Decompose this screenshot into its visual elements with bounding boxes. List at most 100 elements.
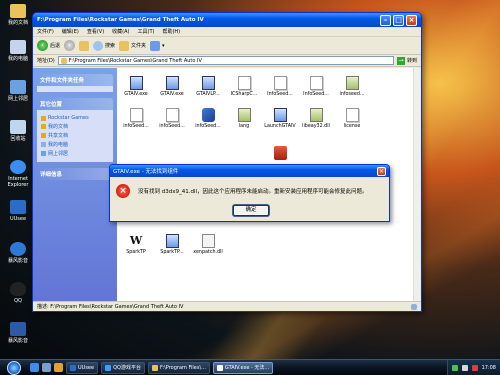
task-pane-section-title[interactable]: 文件和文件夹任务: [37, 74, 113, 86]
file-name: SparkTP...: [160, 250, 184, 255]
other-place-item[interactable]: 我的电脑: [41, 141, 109, 148]
system-tray: 17:08: [446, 359, 500, 375]
file-item[interactable]: LaunchGTAIV: [263, 108, 297, 130]
error-dialog: GTAIV.exe - 无法找到组件 × × 没有找到 d3dx9_41.dll…: [109, 164, 390, 222]
file-item[interactable]: W SparkTP: [119, 234, 153, 256]
taskbar-task-error-dialog[interactable]: GTAIV.exe - 无法...: [212, 361, 274, 374]
menu-tools[interactable]: 工具(T): [138, 28, 155, 35]
folder-icon: [41, 133, 46, 138]
file-item[interactable]: ICSharpC...: [227, 76, 261, 98]
search-icon: [93, 40, 104, 51]
computer-icon: [411, 303, 417, 310]
file-item[interactable]: GTAIV.exe: [155, 76, 189, 98]
desktop-icon-qq[interactable]: QQ: [4, 282, 32, 304]
taskbar-task-uusee[interactable]: UUsee: [66, 361, 99, 374]
other-place-item[interactable]: Rockstar Games: [41, 115, 109, 121]
search-label: 搜索: [105, 43, 116, 49]
file-name: xenpatch.dll: [193, 250, 223, 255]
task-label: GTAIV.exe - 无法...: [224, 365, 270, 371]
file-pic-icon: [237, 108, 251, 122]
file-item[interactable]: infoSeed...: [155, 108, 189, 130]
folder-icon: [41, 124, 46, 129]
file-doc-icon: [273, 76, 287, 90]
file-name: infoSeed...: [195, 124, 221, 129]
ok-button[interactable]: 确定: [233, 205, 269, 216]
menu-view[interactable]: 查看(V): [87, 28, 104, 35]
menu-help[interactable]: 帮助(H): [162, 28, 180, 35]
show-desktop-icon[interactable]: [42, 363, 51, 372]
computer-icon: [41, 142, 46, 147]
views-button[interactable]: ▾: [150, 40, 165, 51]
desktop-icon-media-player[interactable]: 暴风影音: [4, 242, 32, 264]
file-item[interactable]: license: [335, 108, 369, 130]
file-exe-icon: [165, 234, 179, 248]
file-item[interactable]: InfoSeed...: [299, 76, 333, 98]
error-icon: ×: [116, 184, 130, 198]
vertical-scrollbar[interactable]: [413, 68, 421, 301]
dialog-titlebar[interactable]: GTAIV.exe - 无法找到组件 ×: [110, 165, 389, 177]
file-name: infoSeed...: [123, 124, 149, 129]
start-button[interactable]: [0, 360, 28, 375]
file-red-icon: [273, 146, 287, 160]
file-item[interactable]: infoSeed...: [119, 108, 153, 130]
window-titlebar[interactable]: F:\Program Files\Rockstar Games\Grand Th…: [33, 13, 421, 27]
file-item[interactable]: lang: [227, 108, 261, 130]
file-item[interactable]: infoSeed...: [191, 108, 225, 130]
folder-icon: [151, 364, 158, 371]
file-item[interactable]: xenpatch.dll: [191, 234, 225, 256]
address-input[interactable]: F:\Program Files\Rockstar Games\Grand Th…: [57, 56, 394, 65]
file-item[interactable]: [263, 146, 297, 162]
close-button[interactable]: ×: [406, 14, 417, 26]
go-button[interactable]: → 转到: [396, 56, 417, 65]
network-status-icon[interactable]: [451, 364, 458, 371]
antivirus-icon[interactable]: [471, 364, 478, 371]
forward-button[interactable]: ›: [64, 40, 76, 51]
other-place-item[interactable]: 网上邻居: [41, 150, 109, 157]
file-doc-icon: [237, 76, 251, 90]
dialog-close-button[interactable]: ×: [377, 166, 386, 176]
desktop-icon-internet-explorer[interactable]: Internet Explorer: [4, 160, 32, 188]
media-player-icon[interactable]: [54, 363, 63, 372]
desktop-icon-my-documents[interactable]: 我的文档: [4, 4, 32, 26]
desktop-icon-network[interactable]: 网上邻居: [4, 80, 32, 102]
menu-file[interactable]: 文件(F): [37, 28, 54, 35]
taskbar-task-explorer[interactable]: F:\Program Files\...: [147, 361, 210, 374]
up-folder-button[interactable]: [79, 40, 90, 51]
taskbar-task-qq-game[interactable]: QQ游戏平台: [101, 361, 145, 374]
file-name: infoseed...: [339, 92, 365, 97]
desktop-icon-my-computer[interactable]: 我的电脑: [4, 40, 32, 62]
folder-icon: [60, 57, 67, 64]
file-name: infoSeed...: [159, 124, 185, 129]
file-item[interactable]: InfoSeed...: [263, 76, 297, 98]
desktop-icon-label: 我的电脑: [7, 56, 28, 62]
search-button[interactable]: 搜索: [93, 40, 116, 51]
desktop-icon-label: 暴风影音: [7, 338, 28, 344]
file-name: ICSharpC...: [230, 92, 258, 97]
back-button[interactable]: ‹ 后退: [37, 40, 60, 51]
maximize-button[interactable]: □: [393, 14, 404, 26]
volume-icon[interactable]: [461, 364, 468, 371]
other-place-label: 我的电脑: [48, 142, 69, 148]
file-item[interactable]: GTAIV.exe: [119, 76, 153, 98]
other-place-label: Rockstar Games: [48, 115, 89, 121]
menu-favorites[interactable]: 收藏(A): [112, 28, 129, 35]
clock[interactable]: 17:08: [482, 365, 496, 371]
folders-button[interactable]: 文件夹: [119, 40, 146, 51]
task-pane-section-title[interactable]: 其它位置: [37, 98, 113, 110]
file-item[interactable]: SparkTP...: [155, 234, 189, 256]
other-place-item[interactable]: 共享文档: [41, 132, 109, 139]
file-item[interactable]: GTAIVLP...: [191, 76, 225, 98]
task-pane-section-body: [37, 86, 113, 92]
desktop-icon-media-player-2[interactable]: 暴风影音: [4, 322, 32, 344]
internet-explorer-icon[interactable]: [30, 363, 39, 372]
desktop-icon-uusee[interactable]: UUsee: [4, 200, 32, 222]
file-item[interactable]: infoseed...: [335, 76, 369, 98]
file-item[interactable]: libeay32.dll: [299, 108, 333, 130]
file-pic-icon: [345, 76, 359, 90]
minimize-button[interactable]: –: [380, 14, 391, 26]
other-place-item[interactable]: 我的文档: [41, 123, 109, 130]
desktop-icon-recycle-bin[interactable]: 回收站: [4, 120, 32, 142]
menu-edit[interactable]: 编辑(E): [62, 28, 79, 35]
file-name: license: [343, 124, 361, 129]
task-pane-section-title[interactable]: 详细信息: [37, 168, 113, 180]
